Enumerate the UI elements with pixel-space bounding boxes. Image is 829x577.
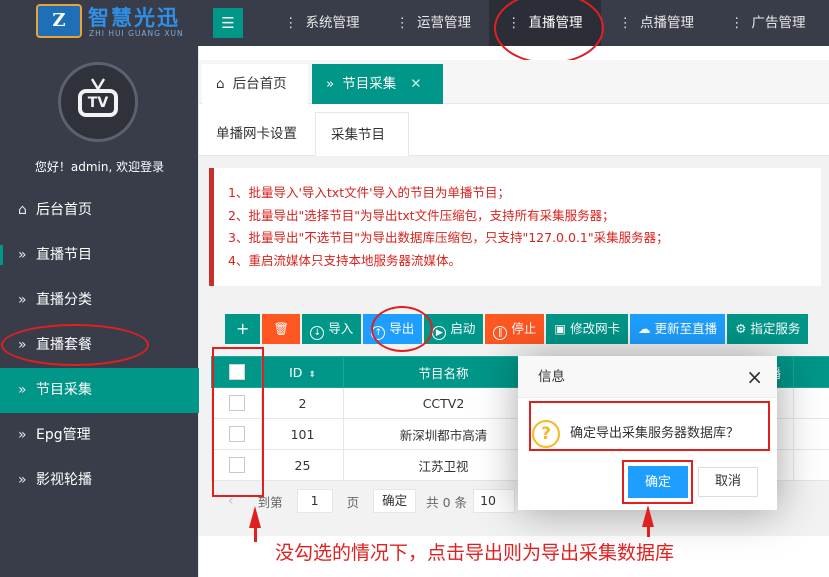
tv-icon: TV (78, 89, 118, 117)
topnav-item-ads[interactable]: ⋮ 广告管理 (712, 0, 824, 46)
sidebar-item-home[interactable]: ⌂ 后台首页 (0, 188, 199, 233)
cell-id: 2 (261, 387, 344, 419)
notice-line: 4、重启流媒体只支持本地服务器流媒体。 (228, 252, 461, 268)
more-dots-icon: ⋮ (730, 15, 744, 31)
prev-page-icon[interactable]: ‹ (228, 493, 234, 509)
cloud-upload-icon: ☁ (638, 321, 651, 336)
dialog-title: 信息 (538, 369, 565, 385)
network-icon: ▣ (554, 321, 567, 336)
column-name: 节目名称 (343, 356, 544, 388)
double-chevron-icon: » (18, 427, 27, 443)
double-chevron-icon: » (18, 247, 27, 263)
notice-box: 1、批量导入'导入txt文件'导入的节目为单播节目； 2、批量导出"选择节目"为… (209, 168, 821, 286)
delete-button[interactable]: 🗑 (262, 314, 301, 344)
pager-total: 共 0 条 (426, 494, 468, 510)
sidebar-item-live-category[interactable]: » 直播分类 (0, 278, 199, 323)
modify-nic-button[interactable]: ▣ 修改网卡 (546, 314, 629, 344)
double-chevron-icon: » (326, 76, 335, 92)
cell-extra (793, 418, 829, 450)
annotation-circle-live-menu (494, 0, 604, 64)
close-icon[interactable]: × (746, 356, 763, 398)
notice-line: 2、批量导出"选择节目"为导出txt文件压缩包，支持所有采集服务器； (228, 207, 615, 223)
page-size-select[interactable]: 10 (473, 489, 516, 513)
sidebar-item-epg[interactable]: » Epg管理 (0, 413, 199, 458)
topnav-item-operation[interactable]: ⋮ 运营管理 (378, 0, 490, 46)
cell-extra (793, 387, 829, 419)
cell-name: 江苏卫视 (343, 449, 544, 481)
pause-icon: ‖ (493, 326, 508, 340)
annotation-box-confirm (622, 460, 693, 504)
double-chevron-icon: » (18, 382, 27, 398)
more-dots-icon: ⋮ (395, 15, 410, 31)
home-icon: ⌂ (216, 76, 225, 92)
home-icon: ⌂ (18, 202, 27, 218)
subtab-collect-programs[interactable]: 采集节目 (315, 112, 409, 156)
trash-icon: 🗑 (273, 321, 290, 336)
play-icon: ▶ (432, 326, 447, 340)
annotation-box-checkbox-column (212, 347, 264, 497)
sort-icon[interactable]: ⬍ (308, 370, 316, 380)
topnav-item-vod[interactable]: ⋮ 点播管理 (601, 0, 713, 46)
welcome-text: 您好！admin, 欢迎登录 (34, 160, 165, 174)
sidebar-item-carousel[interactable]: » 影视轮播 (0, 458, 199, 503)
hamburger-icon[interactable]: ☰ (213, 8, 243, 38)
pagination: ‹ 到第 1 页 确定 共 0 条 10 (228, 488, 516, 514)
cell-extra (793, 449, 829, 481)
add-button[interactable]: + (225, 314, 261, 344)
annotation-text: 没勾选的情况下，点击导出则为导出采集数据库 (275, 542, 675, 564)
cancel-button[interactable]: 取消 (698, 467, 758, 497)
cell-name: CCTV2 (343, 387, 544, 419)
column-extra (793, 356, 829, 388)
gear-icon: ⚙ (735, 321, 747, 336)
start-button[interactable]: ▶ 启动 (424, 314, 484, 344)
tab-strip: ⌂ 后台首页 » 节目采集 ✕ (199, 60, 829, 104)
topnav-item-system[interactable]: ⋮ 系统管理 (266, 0, 378, 46)
double-chevron-icon: » (18, 292, 27, 308)
annotation-circle-export (371, 306, 433, 352)
more-dots-icon: ⋮ (284, 15, 298, 31)
update-live-button[interactable]: ☁ 更新至直播 (630, 314, 726, 344)
assign-server-button[interactable]: ⚙ 指定服务 (727, 314, 809, 344)
tab-home[interactable]: ⌂ 后台首页 (202, 64, 308, 104)
pager-goto-label: 到第 (257, 494, 283, 510)
sub-tabs: 单播网卡设置 采集节目 (199, 112, 829, 156)
notice-line: 1、批量导入'导入txt文件'导入的节目为单播节目； (228, 185, 511, 200)
logo-icon: Z (36, 4, 82, 38)
more-dots-icon: ⋮ (618, 15, 633, 31)
stop-button[interactable]: ‖ 停止 (485, 314, 545, 344)
sidebar: TV 您好！admin, 欢迎登录 ⌂ 后台首页 » 直播节目 » 直播分类 » 直播套… (0, 46, 199, 577)
logo: Z 智慧光迅 ZHI HUI GUANG XUN (36, 2, 196, 42)
pager-page-label: 页 (346, 494, 360, 510)
notice-area: 1、批量导入'导入txt文件'导入的节目为单播节目； 2、批量导出"选择节目"为… (199, 156, 829, 296)
annotation-box-message (529, 401, 770, 451)
download-icon: ↓ (310, 326, 325, 340)
dialog-header: 信息 × (518, 356, 777, 398)
logo-subtitle: ZHI HUI GUANG XUN (89, 29, 184, 38)
avatar: TV (58, 62, 138, 142)
cell-name: 新深圳都市高清 (343, 418, 544, 450)
pager-confirm-button[interactable]: 确定 (373, 489, 417, 513)
double-chevron-icon: » (18, 472, 27, 488)
top-bar: Z 智慧光迅 ZHI HUI GUANG XUN ☰ ⋮ 系统管理 ⋮ 运营管理 ⋮… (0, 0, 829, 46)
notice-line: 3、批量导出"不选节目"为导出数据库压缩包，只支持"127.0.0.1"采集服务… (228, 230, 669, 245)
annotation-arrow-stem (254, 524, 257, 542)
logo-title: 智慧光迅 (88, 6, 180, 30)
page-input[interactable]: 1 (296, 489, 333, 513)
annotation-arrow-stem (647, 523, 650, 537)
cell-id: 101 (261, 418, 344, 450)
tab-program-collect[interactable]: » 节目采集 ✕ (312, 64, 443, 104)
column-id[interactable]: ID ⬍ (261, 356, 344, 388)
cell-id: 25 (261, 449, 344, 481)
import-button[interactable]: ↓ 导入 (302, 314, 362, 344)
subtab-unicast-nic[interactable]: 单播网卡设置 (201, 112, 312, 156)
sidebar-item-program-collect[interactable]: » 节目采集 (0, 368, 199, 413)
close-icon[interactable]: ✕ (410, 76, 421, 92)
toolbar: + 🗑 ↓ 导入 ↑ 导出 ▶ 启动 ‖ 停止 ▣ 修改网卡 ☁ 更新至直播 ⚙ 指定服务 (225, 314, 810, 344)
sidebar-item-live-programs[interactable]: » 直播节目 (0, 233, 199, 278)
annotation-circle-sidebar (1, 324, 149, 366)
